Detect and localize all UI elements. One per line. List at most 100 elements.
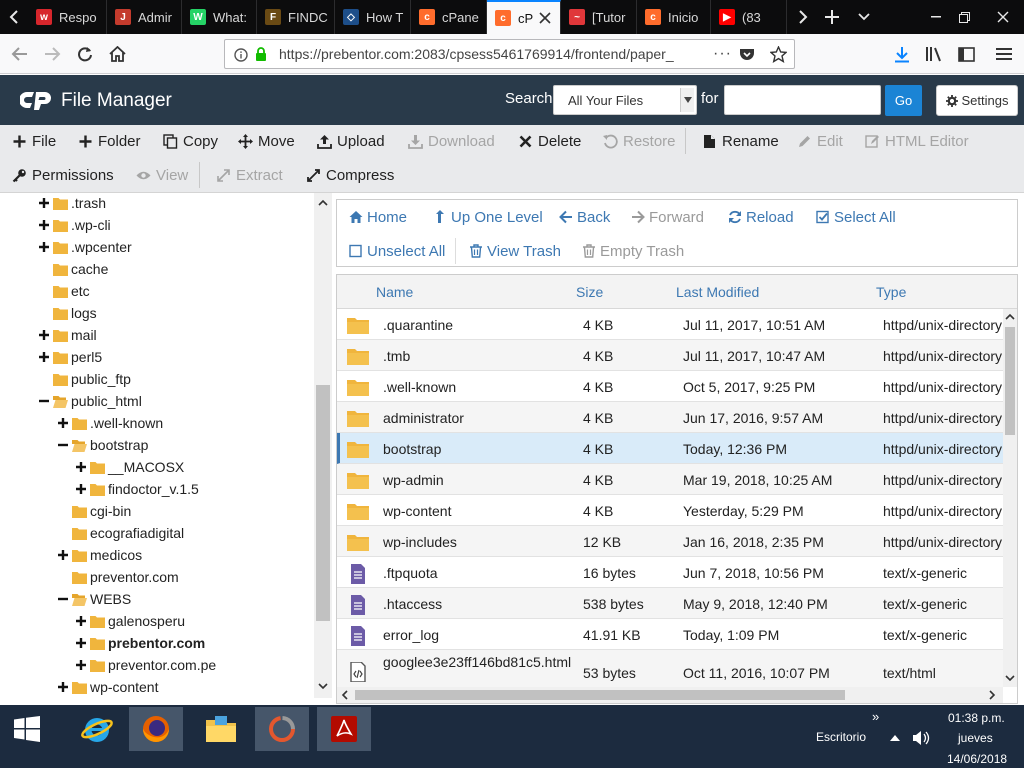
downloads-arrow-icon[interactable] bbox=[888, 40, 916, 68]
taskbar-overflow[interactable]: » bbox=[872, 709, 879, 724]
tab-close-icon[interactable] bbox=[538, 11, 552, 25]
library-icon[interactable] bbox=[920, 40, 948, 68]
reload-icon[interactable] bbox=[71, 40, 99, 68]
file-row[interactable]: .htaccess 538 bytes May 9, 2018, 12:40 PM t… bbox=[337, 588, 1003, 619]
tree-node[interactable]: perl5 bbox=[38, 346, 102, 368]
expand-plus-icon[interactable] bbox=[75, 637, 87, 649]
back-button[interactable]: Back bbox=[559, 205, 610, 229]
new-tab-icon[interactable] bbox=[818, 0, 846, 34]
collapse-minus-icon[interactable] bbox=[57, 439, 69, 451]
file-list-vertical-scrollbar[interactable] bbox=[1003, 309, 1017, 687]
view-trash-button[interactable]: View Trash bbox=[469, 239, 561, 263]
expand-plus-icon[interactable] bbox=[38, 351, 50, 363]
expand-plus-icon[interactable] bbox=[75, 461, 87, 473]
tree-node[interactable]: .wpcenter bbox=[38, 236, 132, 258]
browser-tab[interactable]: c cPane bbox=[411, 0, 487, 34]
tree-node[interactable]: cgi-bin bbox=[72, 500, 131, 522]
clock-time[interactable]: 01:38 p.m. bbox=[948, 711, 1005, 725]
reload-button[interactable]: Reload bbox=[728, 205, 794, 229]
firefox-taskbar-icon[interactable] bbox=[129, 707, 183, 751]
column-header-name[interactable]: Name bbox=[376, 284, 413, 300]
copy-button[interactable]: Copy bbox=[163, 127, 218, 155]
internet-explorer-icon[interactable] bbox=[70, 707, 124, 751]
rename-button[interactable]: Rename bbox=[702, 127, 779, 155]
cpanel-logo-icon[interactable] bbox=[20, 89, 54, 113]
info-icon[interactable] bbox=[234, 48, 248, 62]
download-button[interactable]: Download bbox=[408, 127, 495, 155]
browser-tab[interactable]: W What: bbox=[182, 0, 257, 34]
tree-node[interactable]: wp-content bbox=[57, 676, 158, 698]
scroll-down-icon[interactable] bbox=[1005, 675, 1015, 682]
file-row[interactable]: error_log 41.91 KB Today, 1:09 PM text/x-ge… bbox=[337, 619, 1003, 650]
tree-node[interactable]: preventor.com.pe bbox=[75, 654, 216, 676]
forward-button[interactable]: Forward bbox=[631, 205, 704, 229]
desktop-toolbar-label[interactable]: Escritorio bbox=[816, 730, 866, 744]
search-input[interactable] bbox=[724, 85, 881, 115]
browser-tab[interactable]: c cP bbox=[487, 0, 561, 34]
expand-plus-icon[interactable] bbox=[38, 197, 50, 209]
file-list-horizontal-scrollbar[interactable] bbox=[337, 687, 1003, 703]
scroll-up-icon[interactable] bbox=[318, 199, 328, 206]
expand-plus-icon[interactable] bbox=[75, 659, 87, 671]
home-button[interactable]: Home bbox=[349, 205, 407, 229]
tree-node[interactable]: medicos bbox=[57, 544, 142, 566]
up-one-level-button[interactable]: Up One Level bbox=[433, 205, 543, 229]
forward-arrow-icon[interactable] bbox=[38, 40, 66, 68]
tree-node[interactable]: galenosperu bbox=[75, 610, 185, 632]
tree-node[interactable]: findoctor_v.1.5 bbox=[75, 478, 199, 500]
restore-button[interactable]: Restore bbox=[603, 127, 676, 155]
file-row[interactable]: bootstrap 4 KB Today, 12:36 PM httpd/unix-d… bbox=[337, 433, 1003, 464]
tree-scrollbar[interactable] bbox=[314, 193, 332, 698]
expand-plus-icon[interactable] bbox=[38, 241, 50, 253]
clock-date[interactable]: 14/06/2018 bbox=[947, 752, 1007, 766]
column-header-modified[interactable]: Last Modified bbox=[676, 284, 759, 300]
page-actions-ellipsis-icon[interactable]: ··· bbox=[713, 45, 732, 63]
move-button[interactable]: Move bbox=[238, 127, 295, 155]
home-icon[interactable] bbox=[103, 40, 131, 68]
tree-scrollbar-thumb[interactable] bbox=[316, 385, 330, 621]
browser-tab[interactable]: ◇ How T bbox=[335, 0, 411, 34]
browser-tab[interactable]: F FINDC bbox=[257, 0, 335, 34]
expand-plus-icon[interactable] bbox=[38, 219, 50, 231]
file-row[interactable]: wp-content 4 KB Yesterday, 5:29 PM httpd/un… bbox=[337, 495, 1003, 526]
edit-button[interactable]: Edit bbox=[797, 127, 843, 155]
expand-plus-icon[interactable] bbox=[57, 681, 69, 693]
view-button[interactable]: View bbox=[136, 161, 188, 189]
tree-node[interactable]: bootstrap bbox=[57, 434, 148, 456]
tray-chevron-up-icon[interactable] bbox=[890, 734, 900, 741]
tree-node[interactable]: logs bbox=[53, 302, 97, 324]
tree-node[interactable]: .trash bbox=[38, 193, 106, 214]
windows-start-icon[interactable] bbox=[0, 707, 54, 751]
tab-scroll-left-icon[interactable] bbox=[0, 0, 28, 34]
expand-plus-icon[interactable] bbox=[38, 329, 50, 341]
new-file-button[interactable]: File bbox=[12, 127, 56, 155]
tree-node[interactable]: .well-known bbox=[57, 412, 163, 434]
tree-node[interactable]: __MACOSX bbox=[75, 456, 184, 478]
file-row[interactable]: .quarantine 4 KB Jul 11, 2017, 10:51 AM htt… bbox=[337, 309, 1003, 340]
back-arrow-icon[interactable] bbox=[6, 40, 34, 68]
scroll-up-icon[interactable] bbox=[1005, 313, 1015, 320]
scroll-down-icon[interactable] bbox=[318, 683, 328, 690]
settings-button[interactable]: Settings bbox=[936, 85, 1018, 116]
search-scope-select[interactable]: All Your Files bbox=[553, 85, 697, 115]
unselect-all-button[interactable]: Unselect All bbox=[349, 239, 445, 263]
file-explorer-icon[interactable] bbox=[194, 707, 248, 751]
file-row[interactable]: wp-includes 12 KB Jan 16, 2018, 2:35 PM htt… bbox=[337, 526, 1003, 557]
expand-plus-icon[interactable] bbox=[75, 483, 87, 495]
file-row[interactable]: .well-known 4 KB Oct 5, 2017, 9:25 PM httpd… bbox=[337, 371, 1003, 402]
tree-node[interactable]: preventor.com bbox=[72, 566, 179, 588]
app-ring-icon[interactable] bbox=[255, 707, 309, 751]
file-list-horizontal-thumb[interactable] bbox=[355, 690, 845, 700]
collapse-minus-icon[interactable] bbox=[57, 593, 69, 605]
tree-node[interactable]: .wp-cli bbox=[38, 214, 111, 236]
browser-tab[interactable]: ▶ (83 bbox=[711, 0, 787, 34]
file-list-vertical-thumb[interactable] bbox=[1005, 327, 1015, 435]
bookmark-star-icon[interactable] bbox=[770, 46, 787, 63]
file-row[interactable]: .tmb 4 KB Jul 11, 2017, 10:47 AM httpd/unix… bbox=[337, 340, 1003, 371]
delete-button[interactable]: Delete bbox=[518, 127, 581, 155]
tree-node[interactable]: ecografiadigital bbox=[72, 522, 184, 544]
new-folder-button[interactable]: Folder bbox=[78, 127, 141, 155]
tree-node[interactable]: prebentor.com bbox=[75, 632, 205, 654]
expand-plus-icon[interactable] bbox=[75, 615, 87, 627]
menu-hamburger-icon[interactable] bbox=[990, 40, 1018, 68]
